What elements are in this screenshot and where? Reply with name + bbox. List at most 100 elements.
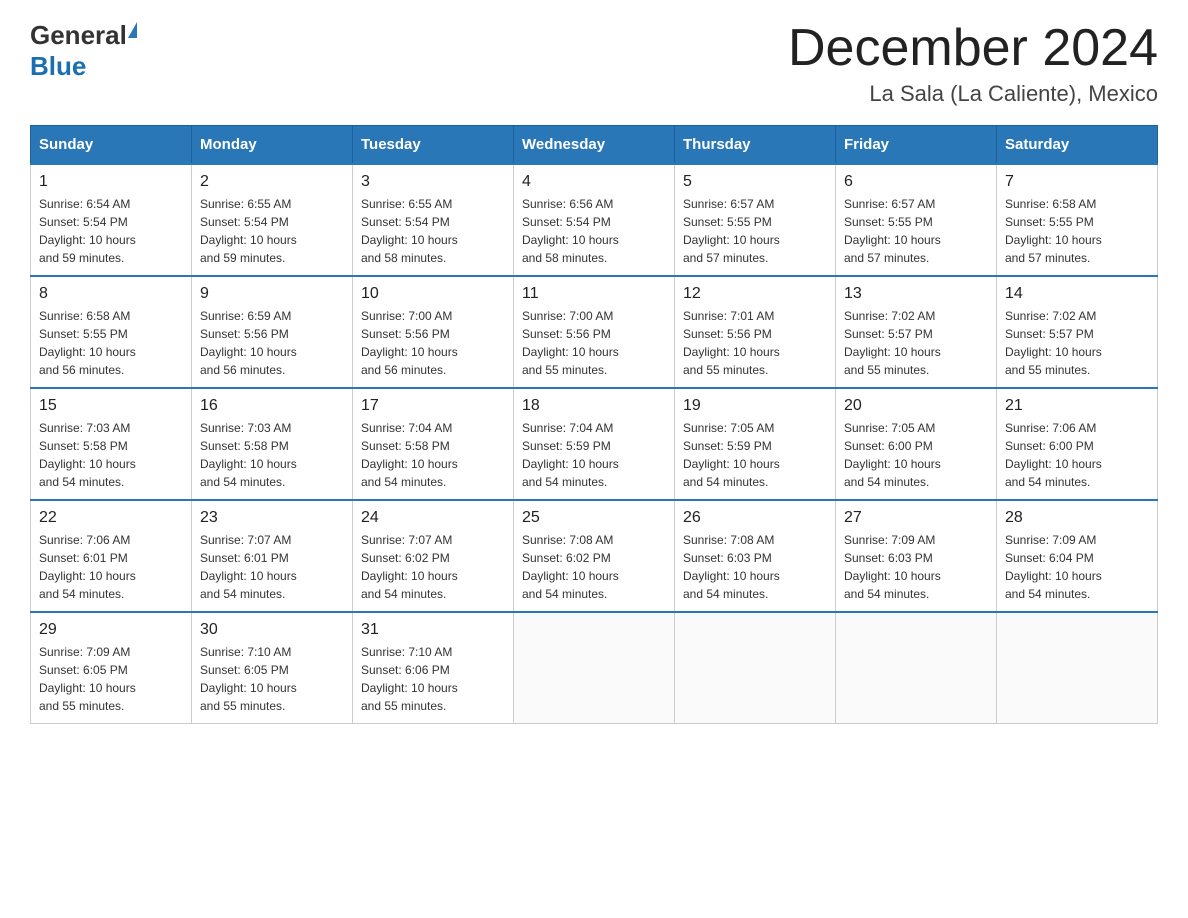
day-info: Sunrise: 6:55 AM Sunset: 5:54 PM Dayligh… (361, 197, 458, 265)
day-number: 6 (844, 173, 988, 191)
day-number: 3 (361, 173, 505, 191)
day-info: Sunrise: 7:02 AM Sunset: 5:57 PM Dayligh… (1005, 309, 1102, 377)
day-info: Sunrise: 6:56 AM Sunset: 5:54 PM Dayligh… (522, 197, 619, 265)
day-info: Sunrise: 7:04 AM Sunset: 5:58 PM Dayligh… (361, 421, 458, 489)
day-info: Sunrise: 7:00 AM Sunset: 5:56 PM Dayligh… (522, 309, 619, 377)
calendar-week-row: 29 Sunrise: 7:09 AM Sunset: 6:05 PM Dayli… (31, 612, 1158, 724)
day-info: Sunrise: 7:04 AM Sunset: 5:59 PM Dayligh… (522, 421, 619, 489)
calendar-cell: 25 Sunrise: 7:08 AM Sunset: 6:02 PM Dayli… (514, 500, 675, 612)
calendar-cell: 4 Sunrise: 6:56 AM Sunset: 5:54 PM Daylig… (514, 164, 675, 276)
logo-general-text: General (30, 20, 127, 51)
calendar-week-row: 1 Sunrise: 6:54 AM Sunset: 5:54 PM Daylig… (31, 164, 1158, 276)
calendar-cell: 28Sunrise: 7:09 AM Sunset: 6:04 PM Dayli… (997, 500, 1158, 612)
calendar-cell: 7Sunrise: 6:58 AM Sunset: 5:55 PM Daylig… (997, 164, 1158, 276)
day-number: 26 (683, 509, 827, 527)
day-number: 30 (200, 621, 344, 639)
calendar-table: SundayMondayTuesdayWednesdayThursdayFrid… (30, 125, 1158, 724)
calendar-cell: 20Sunrise: 7:05 AM Sunset: 6:00 PM Dayli… (836, 388, 997, 500)
day-number: 11 (522, 285, 666, 303)
calendar-cell: 16 Sunrise: 7:03 AM Sunset: 5:58 PM Dayli… (192, 388, 353, 500)
calendar-cell: 1 Sunrise: 6:54 AM Sunset: 5:54 PM Daylig… (31, 164, 192, 276)
day-info: Sunrise: 6:57 AM Sunset: 5:55 PM Dayligh… (683, 197, 780, 265)
calendar-cell: 27 Sunrise: 7:09 AM Sunset: 6:03 PM Dayli… (836, 500, 997, 612)
day-number: 29 (39, 621, 183, 639)
day-info: Sunrise: 7:07 AM Sunset: 6:02 PM Dayligh… (361, 533, 458, 601)
calendar-cell: 23 Sunrise: 7:07 AM Sunset: 6:01 PM Dayli… (192, 500, 353, 612)
calendar-cell: 8 Sunrise: 6:58 AM Sunset: 5:55 PM Daylig… (31, 276, 192, 388)
calendar-cell: 11 Sunrise: 7:00 AM Sunset: 5:56 PM Dayli… (514, 276, 675, 388)
calendar-cell (836, 612, 997, 724)
day-info: Sunrise: 7:10 AM Sunset: 6:06 PM Dayligh… (361, 645, 458, 713)
day-number: 22 (39, 509, 183, 527)
day-info: Sunrise: 7:08 AM Sunset: 6:03 PM Dayligh… (683, 533, 780, 601)
calendar-cell: 12Sunrise: 7:01 AM Sunset: 5:56 PM Dayli… (675, 276, 836, 388)
logo-triangle-icon (128, 22, 137, 38)
weekday-header-tuesday: Tuesday (353, 126, 514, 165)
day-info: Sunrise: 7:07 AM Sunset: 6:01 PM Dayligh… (200, 533, 297, 601)
day-number: 24 (361, 509, 505, 527)
day-number: 23 (200, 509, 344, 527)
calendar-cell: 2 Sunrise: 6:55 AM Sunset: 5:54 PM Daylig… (192, 164, 353, 276)
day-number: 25 (522, 509, 666, 527)
day-number: 18 (522, 397, 666, 415)
day-info: Sunrise: 7:08 AM Sunset: 6:02 PM Dayligh… (522, 533, 619, 601)
calendar-cell: 29 Sunrise: 7:09 AM Sunset: 6:05 PM Dayli… (31, 612, 192, 724)
day-number: 10 (361, 285, 505, 303)
calendar-week-row: 15 Sunrise: 7:03 AM Sunset: 5:58 PM Dayli… (31, 388, 1158, 500)
calendar-cell: 9 Sunrise: 6:59 AM Sunset: 5:56 PM Daylig… (192, 276, 353, 388)
day-info: Sunrise: 7:05 AM Sunset: 6:00 PM Dayligh… (844, 421, 941, 489)
calendar-cell: 30 Sunrise: 7:10 AM Sunset: 6:05 PM Dayli… (192, 612, 353, 724)
day-info: Sunrise: 6:57 AM Sunset: 5:55 PM Dayligh… (844, 197, 941, 265)
calendar-cell: 15Sunrise: 7:03 AM Sunset: 5:58 PM Dayli… (31, 388, 192, 500)
calendar-cell: 21 Sunrise: 7:06 AM Sunset: 6:00 PM Dayli… (997, 388, 1158, 500)
day-number: 21 (1005, 397, 1149, 415)
weekday-header-saturday: Saturday (997, 126, 1158, 165)
calendar-cell: 24 Sunrise: 7:07 AM Sunset: 6:02 PM Dayli… (353, 500, 514, 612)
day-info: Sunrise: 7:01 AM Sunset: 5:56 PM Dayligh… (683, 309, 780, 377)
calendar-cell: 13Sunrise: 7:02 AM Sunset: 5:57 PM Dayli… (836, 276, 997, 388)
calendar-cell: 5Sunrise: 6:57 AM Sunset: 5:55 PM Daylig… (675, 164, 836, 276)
calendar-cell (514, 612, 675, 724)
logo-blue-text: Blue (30, 51, 86, 81)
day-info: Sunrise: 6:59 AM Sunset: 5:56 PM Dayligh… (200, 309, 297, 377)
day-info: Sunrise: 7:06 AM Sunset: 6:01 PM Dayligh… (39, 533, 136, 601)
calendar-cell: 17Sunrise: 7:04 AM Sunset: 5:58 PM Dayli… (353, 388, 514, 500)
calendar-cell: 14 Sunrise: 7:02 AM Sunset: 5:57 PM Dayli… (997, 276, 1158, 388)
weekday-header-sunday: Sunday (31, 126, 192, 165)
calendar-cell: 10 Sunrise: 7:00 AM Sunset: 5:56 PM Dayli… (353, 276, 514, 388)
day-number: 9 (200, 285, 344, 303)
title-block: December 2024 La Sala (La Caliente), Mex… (788, 20, 1158, 107)
calendar-cell: 18 Sunrise: 7:04 AM Sunset: 5:59 PM Dayli… (514, 388, 675, 500)
calendar-cell: 3 Sunrise: 6:55 AM Sunset: 5:54 PM Daylig… (353, 164, 514, 276)
day-info: Sunrise: 6:58 AM Sunset: 5:55 PM Dayligh… (39, 309, 136, 377)
day-number: 27 (844, 509, 988, 527)
day-info: Sunrise: 6:55 AM Sunset: 5:54 PM Dayligh… (200, 197, 297, 265)
day-number: 4 (522, 173, 666, 191)
day-info: Sunrise: 7:06 AM Sunset: 6:00 PM Dayligh… (1005, 421, 1102, 489)
calendar-cell (675, 612, 836, 724)
day-info: Sunrise: 7:09 AM Sunset: 6:05 PM Dayligh… (39, 645, 136, 713)
day-number: 1 (39, 173, 183, 191)
day-number: 2 (200, 173, 344, 191)
day-info: Sunrise: 7:03 AM Sunset: 5:58 PM Dayligh… (200, 421, 297, 489)
calendar-subtitle: La Sala (La Caliente), Mexico (788, 81, 1158, 107)
calendar-week-row: 22 Sunrise: 7:06 AM Sunset: 6:01 PM Dayli… (31, 500, 1158, 612)
day-info: Sunrise: 6:54 AM Sunset: 5:54 PM Dayligh… (39, 197, 136, 265)
calendar-cell (997, 612, 1158, 724)
day-number: 8 (39, 285, 183, 303)
logo: General Blue (30, 20, 137, 82)
day-number: 14 (1005, 285, 1149, 303)
weekday-header-wednesday: Wednesday (514, 126, 675, 165)
calendar-week-row: 8 Sunrise: 6:58 AM Sunset: 5:55 PM Daylig… (31, 276, 1158, 388)
day-number: 28 (1005, 509, 1149, 527)
day-number: 16 (200, 397, 344, 415)
day-info: Sunrise: 7:00 AM Sunset: 5:56 PM Dayligh… (361, 309, 458, 377)
day-number: 15 (39, 397, 183, 415)
weekday-header-thursday: Thursday (675, 126, 836, 165)
day-info: Sunrise: 7:02 AM Sunset: 5:57 PM Dayligh… (844, 309, 941, 377)
day-number: 7 (1005, 173, 1149, 191)
day-info: Sunrise: 7:09 AM Sunset: 6:03 PM Dayligh… (844, 533, 941, 601)
day-number: 31 (361, 621, 505, 639)
day-info: Sunrise: 7:10 AM Sunset: 6:05 PM Dayligh… (200, 645, 297, 713)
calendar-cell: 26 Sunrise: 7:08 AM Sunset: 6:03 PM Dayli… (675, 500, 836, 612)
